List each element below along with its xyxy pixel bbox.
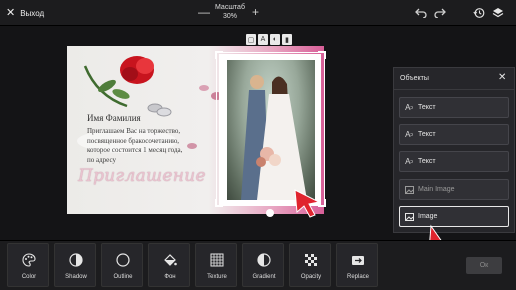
card-body-line: по адресу — [87, 155, 116, 164]
effects-icon[interactable]: ◐ — [270, 34, 280, 45]
text-icon: Aↄ — [405, 157, 413, 166]
exit-button[interactable]: ✕ Выход — [6, 6, 44, 20]
palette-icon — [8, 252, 50, 268]
object-item-label: Текст — [418, 104, 436, 111]
image-icon — [404, 212, 414, 222]
exit-label: Выход — [20, 8, 45, 18]
zoom-in-button[interactable]: + — [252, 5, 259, 19]
layers-icon[interactable] — [491, 6, 505, 20]
objects-panel: Объекты ✕ Aↄ Текст Aↄ Текст Aↄ Текст Mai… — [393, 67, 515, 233]
tool-outline-button[interactable]: Outline — [101, 243, 143, 287]
tool-opacity-button[interactable]: Opacity — [289, 243, 331, 287]
texture-icon — [196, 252, 238, 268]
image-icon — [404, 185, 414, 195]
text-icon: Aↄ — [405, 130, 413, 139]
tool-gradient-button[interactable]: Gradient — [242, 243, 284, 287]
tool-label: Shadow — [65, 274, 87, 280]
close-icon[interactable]: ✕ — [498, 72, 506, 83]
shadow-icon — [55, 252, 97, 268]
text-style-icon[interactable]: A — [258, 34, 268, 45]
top-bar: ✕ Выход — Масштаб 30% + — [0, 0, 516, 26]
undo-icon[interactable] — [414, 6, 428, 20]
tool-label: Opacity — [300, 274, 322, 280]
zoom-out-button[interactable]: — — [198, 5, 210, 19]
tool-replace-button[interactable]: Replace — [336, 243, 378, 287]
card-body-line: которое состоится 1 месяц года, — [87, 146, 183, 154]
object-item-label: Текст — [418, 158, 436, 165]
object-item-label: Image — [418, 213, 438, 220]
history-icon[interactable] — [472, 6, 486, 20]
pointer-cursor-icon — [294, 189, 321, 218]
couple-photo[interactable] — [219, 54, 321, 206]
couple-illustration — [241, 75, 307, 200]
card-invite-text[interactable]: Приглашение — [78, 166, 206, 186]
tool-shadow-button[interactable]: Shadow — [54, 243, 96, 287]
tool-label: Texture — [207, 274, 227, 280]
card-body-line: посвященное бракосочетанию, — [87, 136, 180, 145]
card-name-text[interactable]: Имя Фамилия — [87, 113, 141, 123]
tool-label: Outline — [113, 274, 133, 280]
object-item-main-image[interactable]: Main Image — [399, 179, 509, 200]
photo-content — [227, 60, 315, 200]
fill-bucket-icon — [149, 252, 191, 268]
panel-divider — [394, 89, 514, 90]
object-item-label: Main Image — [418, 186, 455, 193]
tool-label: Replace — [346, 274, 369, 280]
tool-texture-button[interactable]: Texture — [195, 243, 237, 287]
ok-button[interactable]: Ок — [466, 257, 502, 274]
bottom-toolbar: Color Shadow Outline Фон Texture Gradien… — [0, 240, 516, 290]
delete-icon[interactable]: ▮ — [282, 34, 292, 45]
tool-label: Фон — [164, 274, 176, 280]
object-item-text[interactable]: Aↄ Текст — [399, 97, 509, 118]
object-item-text[interactable]: Aↄ Текст — [399, 151, 509, 172]
tool-label: Color — [21, 274, 37, 280]
object-mini-toolbar: ▢ A ◐ ▮ — [246, 34, 292, 46]
tool-background-button[interactable]: Фон — [148, 243, 190, 287]
rotate-handle[interactable] — [266, 209, 274, 217]
object-item-text[interactable]: Aↄ Текст — [399, 124, 509, 145]
tool-label: Gradient — [252, 274, 276, 280]
opacity-icon — [290, 252, 332, 268]
objects-panel-title: Объекты — [400, 75, 429, 82]
text-icon: Aↄ — [405, 103, 413, 112]
zoom-label: Масштаб — [215, 4, 245, 11]
card-body-line: Приглашаем Вас на торжество, — [87, 127, 181, 135]
tool-color-button[interactable]: Color — [7, 243, 49, 287]
outline-icon — [102, 252, 144, 268]
zoom-value: 30% — [222, 13, 237, 20]
gradient-icon — [243, 252, 285, 268]
object-item-image[interactable]: Image — [399, 206, 509, 227]
close-icon: ✕ — [6, 6, 16, 19]
redo-icon[interactable] — [433, 6, 447, 20]
duplicate-icon[interactable]: ▢ — [246, 34, 256, 45]
object-item-label: Текст — [418, 131, 436, 138]
replace-icon — [337, 252, 379, 268]
card-body-text[interactable]: Приглашаем Вас на торжество, посвященное… — [87, 127, 207, 165]
